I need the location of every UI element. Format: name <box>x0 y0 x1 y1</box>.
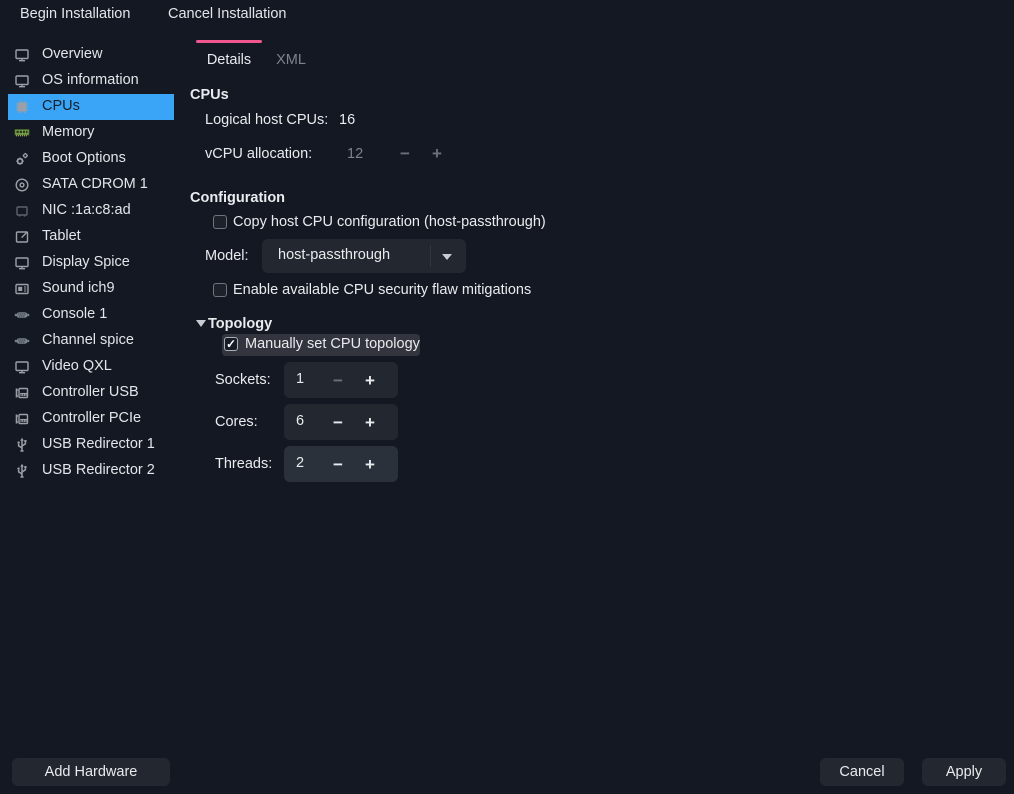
display-icon <box>14 73 30 89</box>
copy-host-cpu-label[interactable]: Copy host CPU configuration (host-passth… <box>233 214 546 230</box>
disc-icon <box>14 177 30 193</box>
sidebar-item-video-qxl[interactable]: Video QXL <box>8 354 174 380</box>
sidebar-item-label: Channel spice <box>42 332 134 348</box>
sidebar-item-cpus[interactable]: CPUs <box>8 94 174 120</box>
sound-card-icon <box>14 281 30 297</box>
sidebar-item-nic-1a-c8-ad[interactable]: NIC :1a:c8:ad <box>8 198 174 224</box>
cores-value[interactable]: 6 <box>296 413 304 429</box>
threads-spinbutton[interactable]: 2 −+ <box>284 446 398 482</box>
sidebar-item-label: Console 1 <box>42 306 107 322</box>
sidebar-item-controller-pcie[interactable]: Controller PCIe <box>8 406 174 432</box>
cpus-section-title: CPUs <box>190 87 229 103</box>
copy-host-cpu-checkbox[interactable] <box>213 215 227 229</box>
expander-triangle-icon[interactable] <box>196 320 206 327</box>
sidebar-item-usb-redirector-1[interactable]: USB Redirector 1 <box>8 432 174 458</box>
sidebar-item-label: USB Redirector 2 <box>42 462 155 478</box>
sidebar-item-boot-options[interactable]: Boot Options <box>8 146 174 172</box>
sidebar-item-label: SATA CDROM 1 <box>42 176 148 192</box>
threads-label: Threads: <box>215 456 272 472</box>
vcpu-decrement-button[interactable]: − <box>396 145 414 163</box>
cancel-button[interactable]: Cancel <box>820 758 904 786</box>
usb-icon <box>14 463 30 479</box>
dropdown-separator <box>430 245 431 267</box>
begin-installation-button[interactable]: Begin Installation <box>8 2 142 26</box>
serial-port-icon <box>14 333 30 349</box>
threads-increment-button[interactable]: + <box>354 455 386 473</box>
sidebar-item-label: Display Spice <box>42 254 130 270</box>
tablet-icon <box>14 229 30 245</box>
usb-icon <box>14 437 30 453</box>
sidebar-item-os-information[interactable]: OS information <box>8 68 174 94</box>
sidebar-item-label: Controller PCIe <box>42 410 141 426</box>
sockets-decrement-button[interactable]: − <box>322 371 354 389</box>
sidebar-item-tablet[interactable]: Tablet <box>8 224 174 250</box>
security-mitigations-checkbox[interactable] <box>213 283 227 297</box>
vcpu-allocation-value: 12 <box>347 146 363 162</box>
vcpu-allocation-label: vCPU allocation: <box>205 146 312 162</box>
cores-increment-button[interactable]: + <box>354 413 386 431</box>
logical-host-cpus-value: 16 <box>339 112 355 128</box>
display-icon <box>14 47 30 63</box>
gears-icon <box>14 151 30 167</box>
add-hardware-button[interactable]: Add Hardware <box>12 758 170 786</box>
sockets-label: Sockets: <box>215 372 271 388</box>
security-mitigations-label[interactable]: Enable available CPU security flaw mitig… <box>233 282 531 298</box>
sidebar-item-label: Video QXL <box>42 358 112 374</box>
sidebar-item-label: Memory <box>42 124 94 140</box>
cores-spinbutton[interactable]: 6 −+ <box>284 404 398 440</box>
memory-icon <box>14 125 30 141</box>
configuration-section-title: Configuration <box>190 190 285 206</box>
vcpu-increment-button[interactable]: + <box>428 145 446 163</box>
threads-value[interactable]: 2 <box>296 455 304 471</box>
sidebar-item-label: Boot Options <box>42 150 126 166</box>
active-tab-indicator <box>196 40 262 43</box>
sidebar-item-console-1[interactable]: Console 1 <box>8 302 174 328</box>
sockets-spinbutton[interactable]: 1 −+ <box>284 362 398 398</box>
sidebar-item-memory[interactable]: Memory <box>8 120 174 146</box>
cores-decrement-button[interactable]: − <box>322 413 354 431</box>
nic-icon <box>14 203 30 219</box>
controller-card-icon <box>14 411 30 427</box>
display-icon <box>14 359 30 375</box>
sidebar-item-label: Tablet <box>42 228 81 244</box>
display-icon <box>14 255 30 271</box>
threads-decrement-button[interactable]: − <box>322 455 354 473</box>
sidebar-item-label: CPUs <box>42 98 80 114</box>
tab-xml[interactable]: XML <box>268 48 314 72</box>
manual-topology-checkbox[interactable]: ✓ <box>224 337 238 351</box>
apply-button[interactable]: Apply <box>922 758 1006 786</box>
controller-card-icon <box>14 385 30 401</box>
chevron-down-icon <box>442 254 452 260</box>
hardware-list: Overview OS information CPUs Memory Boot Opt… <box>8 42 174 484</box>
sidebar-item-usb-redirector-2[interactable]: USB Redirector 2 <box>8 458 174 484</box>
sidebar-item-label: NIC :1a:c8:ad <box>42 202 131 218</box>
tab-details[interactable]: Details <box>196 48 262 72</box>
vm-settings-window: Begin Installation Cancel Installation O… <box>0 0 1014 794</box>
sidebar-item-channel-spice[interactable]: Channel spice <box>8 328 174 354</box>
logical-host-cpus-label: Logical host CPUs: <box>205 112 328 128</box>
cancel-installation-button[interactable]: Cancel Installation <box>156 2 299 26</box>
cpu-icon <box>14 99 30 115</box>
cores-label: Cores: <box>215 414 258 430</box>
sidebar-item-controller-usb[interactable]: Controller USB <box>8 380 174 406</box>
sidebar-item-display-spice[interactable]: Display Spice <box>8 250 174 276</box>
cpu-model-value: host-passthrough <box>278 247 390 263</box>
sockets-value[interactable]: 1 <box>296 371 304 387</box>
model-label: Model: <box>205 248 249 264</box>
sidebar-item-label: OS information <box>42 72 139 88</box>
sidebar-item-sound-ich9[interactable]: Sound ich9 <box>8 276 174 302</box>
sockets-increment-button[interactable]: + <box>354 371 386 389</box>
serial-port-icon <box>14 307 30 323</box>
sidebar-item-label: USB Redirector 1 <box>42 436 155 452</box>
sidebar-item-label: Sound ich9 <box>42 280 115 296</box>
topology-section-title[interactable]: Topology <box>208 316 272 332</box>
sidebar-item-sata-cdrom-1[interactable]: SATA CDROM 1 <box>8 172 174 198</box>
manual-topology-label[interactable]: Manually set CPU topology <box>245 336 420 352</box>
sidebar-item-label: Overview <box>42 46 102 62</box>
sidebar-item-overview[interactable]: Overview <box>8 42 174 68</box>
sidebar-item-label: Controller USB <box>42 384 139 400</box>
cpu-model-dropdown[interactable]: host-passthrough <box>262 239 466 273</box>
